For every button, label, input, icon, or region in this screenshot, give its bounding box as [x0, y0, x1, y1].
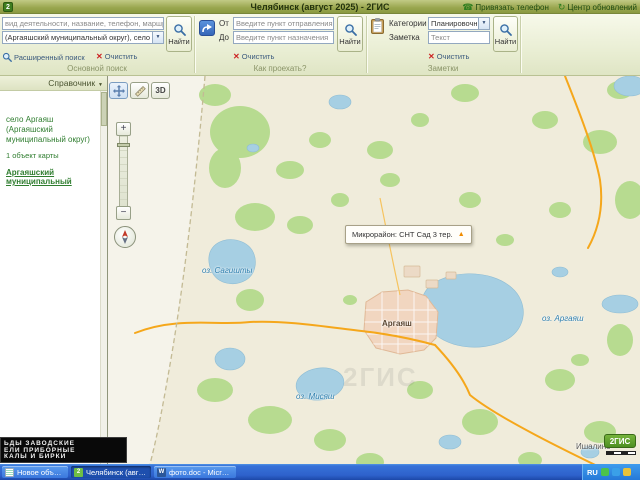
scrollbar-thumb[interactable]: [101, 92, 107, 126]
ad-line: ЬДЫ ЗАВОДСКИЕ: [4, 440, 75, 447]
result-item-title[interactable]: село Аргаяш (Аргаяшский муниципальный ок…: [6, 115, 95, 145]
directory-panel: Справочник село Аргаяш (Аргаяшский муниц…: [0, 76, 108, 464]
route-clear-link[interactable]: Очистить: [233, 52, 275, 61]
notes-note-label: Заметка: [389, 33, 420, 42]
taskbar-button-word[interactable]: фото.doc - Microsoft...: [154, 466, 236, 478]
ad-line: ЕЛИ ПРИБОРНЫЕ: [4, 446, 76, 454]
tooltip-text: Микрорайон: СНТ Сад 3 тер.: [352, 230, 453, 239]
route-to-input[interactable]: Введите пункт назначения: [233, 31, 334, 44]
link-phone[interactable]: Привязать телефон: [462, 3, 548, 12]
ruler-icon: [134, 85, 146, 97]
search-where-combo[interactable]: (Аргаяшский муниципальный округ), село А…: [2, 31, 164, 44]
chevron-down-icon[interactable]: [152, 32, 163, 43]
magnifier-icon: [344, 23, 357, 36]
word-icon: [157, 467, 166, 477]
2gis-logo[interactable]: 2ГИС: [604, 434, 636, 448]
phone-icon: [462, 3, 473, 12]
pan-tool-button[interactable]: [109, 82, 128, 99]
notes-category-combo[interactable]: Планировочные: [428, 17, 490, 30]
view-3d-button[interactable]: 3D: [151, 82, 170, 99]
measure-tool-button[interactable]: [130, 82, 149, 99]
search-clear-link[interactable]: Очистить: [96, 52, 138, 61]
clear-icon: [96, 52, 103, 61]
zoom-out-button[interactable]: −: [116, 206, 131, 220]
directory-panel-header[interactable]: Справочник: [0, 76, 107, 91]
app-window: Челябинск (август 2025) - 2ГИС Привязать…: [0, 0, 640, 480]
advanced-search-link[interactable]: Расширенный поиск: [2, 52, 85, 62]
route-find-button[interactable]: Найти: [337, 16, 363, 52]
warning-triangle-icon: ▲: [457, 231, 465, 238]
zoom-slider-handle[interactable]: [117, 143, 130, 147]
link-update-center[interactable]: Центр обновлений: [558, 3, 637, 12]
2gis-icon: [74, 467, 83, 477]
search-query-input[interactable]: вид деятельности, название, телефон, мар…: [2, 17, 164, 30]
chevron-down-icon: [98, 78, 103, 88]
magnifier-icon: [2, 52, 12, 62]
zoom-control: + −: [116, 122, 131, 220]
notes-find-button[interactable]: Найти: [493, 16, 518, 52]
lake-label: оз. Аргаяш: [542, 314, 584, 323]
map-area[interactable]: 3D + − Микрорайон: СНТ Сад 3 тер. ▲ оз. …: [108, 76, 640, 464]
ad-banner[interactable]: ЬДЫ ЗАВОДСКИЕ ЕЛИ ПРИБОРНЫЕ КАЛЫ И БИРКИ: [0, 437, 127, 463]
lake-label: оз. Сагишты: [202, 266, 253, 275]
notes-clipboard-icon: [371, 18, 384, 36]
zoom-in-button[interactable]: +: [116, 122, 131, 136]
tray-network-icon[interactable]: [611, 468, 620, 476]
ribbon: вид деятельности, название, телефон, мар…: [0, 14, 640, 76]
sidebar-scrollbar[interactable]: [100, 91, 107, 464]
notes-category-label: Категории: [389, 19, 427, 28]
lake-label: оз. Мисяш: [296, 392, 335, 401]
page-icon: [5, 467, 14, 477]
taskbar-button-2gis[interactable]: Челябинск (август...: [71, 466, 151, 478]
tray-shield-icon[interactable]: [622, 468, 631, 476]
move-icon: [112, 84, 125, 97]
chevron-down-icon[interactable]: [478, 18, 489, 29]
update-icon: [558, 3, 566, 12]
taskbar-button-ad[interactable]: Новое объявление ...: [2, 466, 68, 478]
compass-needle-icon: [122, 230, 128, 244]
compass-control[interactable]: [114, 226, 136, 248]
taskbar: Новое объявление ... Челябинск (август..…: [0, 464, 640, 480]
section-label-route[interactable]: Как проехать?: [194, 64, 366, 74]
ribbon-divider: [520, 16, 521, 73]
route-to-label: До: [219, 33, 229, 42]
map-toolbar: 3D: [109, 82, 170, 99]
map-watermark: 2ГИС: [343, 362, 418, 392]
magnifier-icon: [173, 23, 186, 36]
section-label-notes[interactable]: Заметки: [366, 64, 520, 74]
zoom-slider[interactable]: [117, 136, 130, 206]
system-tray: RU: [582, 464, 640, 480]
scale-bar: [606, 451, 636, 455]
notes-clear-link[interactable]: Очистить: [428, 52, 470, 61]
ad-line: КАЛЫ И БИРКИ: [4, 453, 67, 461]
tray-status-icon[interactable]: [600, 468, 609, 476]
title-bar: Челябинск (август 2025) - 2ГИС Привязать…: [0, 0, 640, 14]
notes-text-input[interactable]: Текст: [428, 31, 490, 44]
route-icon: [199, 20, 215, 36]
language-indicator[interactable]: RU: [587, 468, 598, 477]
map-canvas[interactable]: [108, 76, 640, 464]
result-count: 1 объект карты: [6, 151, 59, 160]
search-results: село Аргаяш (Аргаяшский муниципальный ок…: [0, 91, 107, 186]
map-tooltip: Микрорайон: СНТ Сад 3 тер. ▲: [345, 225, 472, 244]
clear-icon: [233, 52, 240, 61]
magnifier-icon: [500, 23, 512, 36]
route-from-input[interactable]: Введите пункт отправления: [233, 17, 334, 30]
town-label: Аргаяш: [382, 319, 412, 328]
search-find-button[interactable]: Найти: [166, 16, 192, 52]
section-label-main-search[interactable]: Основной поиск: [0, 64, 194, 74]
route-from-label: От: [219, 19, 229, 28]
titlebar-links: Привязать телефон Центр обновлений: [462, 0, 637, 14]
result-district-link[interactable]: Аргаяшский муниципальный: [6, 168, 95, 186]
clear-icon: [428, 52, 435, 61]
